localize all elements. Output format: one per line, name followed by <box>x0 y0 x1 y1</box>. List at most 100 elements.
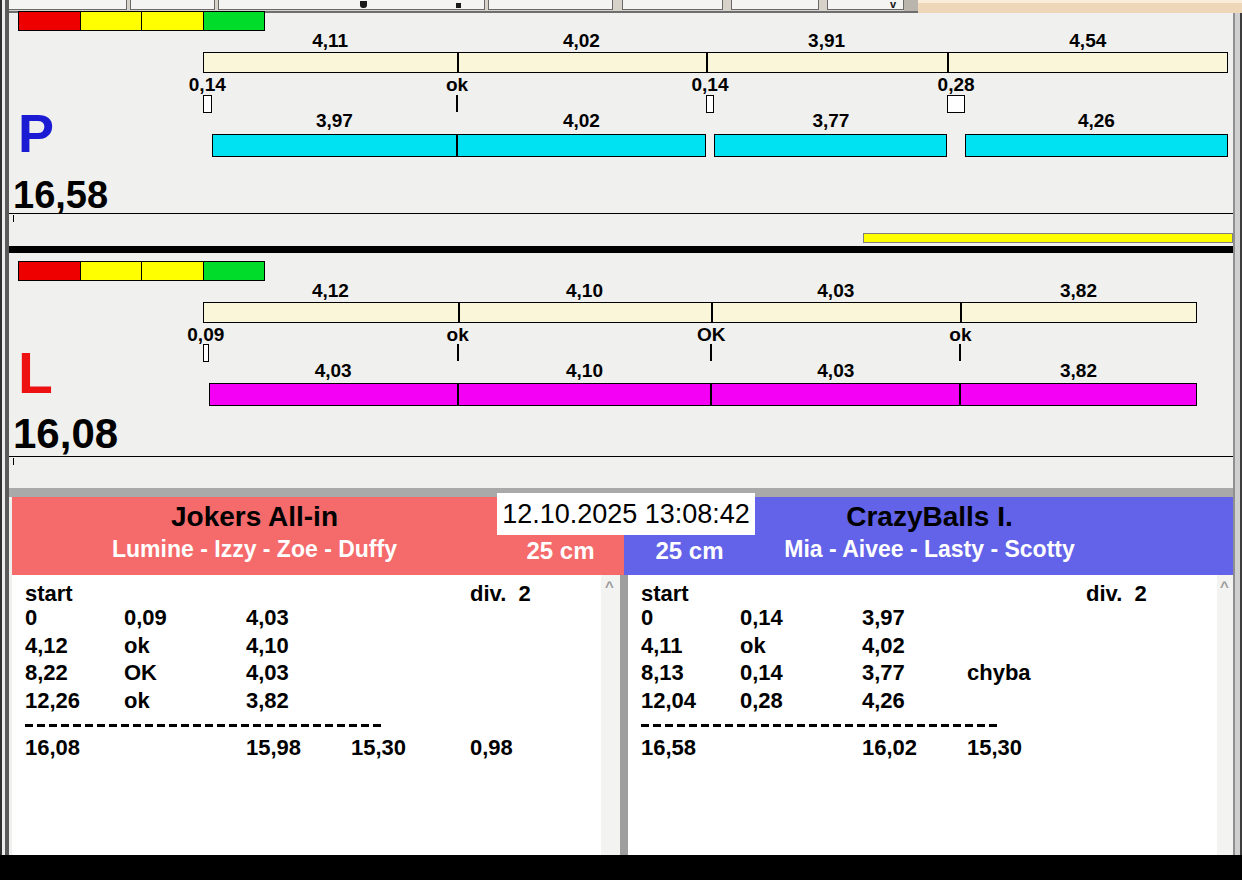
crossing-label: OK <box>697 325 726 344</box>
traffic-light-cell <box>141 11 204 31</box>
leg-time-label: 4,02 <box>563 111 600 130</box>
table-cell: 12,04 <box>641 690 696 712</box>
fault-mark <box>203 344 209 362</box>
table-cell: 4,26 <box>862 690 905 712</box>
table-cell: 4,03 <box>246 662 289 684</box>
lane-total-time: 16,08 <box>13 413 118 455</box>
table-total-cell: 15,98 <box>246 737 301 759</box>
traffic-light-cell <box>18 261 81 281</box>
table-total-cell: 16,58 <box>641 737 696 759</box>
table-cell: 0,09 <box>124 607 167 629</box>
split-time-label: 4,12 <box>312 281 349 300</box>
toolbar-item[interactable] <box>488 0 613 10</box>
table-cell: ok <box>124 690 150 712</box>
crossing-label: ok <box>447 325 469 344</box>
leg-bar-segment <box>458 383 712 406</box>
leg-bar-segment <box>714 134 947 157</box>
traffic-light-cell <box>80 261 143 281</box>
leg-bar-segment <box>965 134 1228 157</box>
table-division-label: div. 2 <box>1086 583 1147 605</box>
table-cell: 0,14 <box>740 607 783 629</box>
split-time-label: 4,02 <box>563 31 600 50</box>
table-total-cell: 15,30 <box>351 737 406 759</box>
lane-total-time: 16,58 <box>13 176 108 214</box>
split-time-label: 4,10 <box>566 281 603 300</box>
leg-time-label: 4,10 <box>566 361 603 380</box>
leg-time-label: 4,26 <box>1078 111 1115 130</box>
team-right-scrollbar[interactable]: ^ <box>1217 575 1233 855</box>
crossing-tick <box>959 344 961 361</box>
scroll-up-icon[interactable]: ^ <box>605 578 614 595</box>
table-cell: 4,02 <box>862 635 905 657</box>
traffic-light-cell <box>141 261 204 281</box>
team-right-result-table: startdiv. 200,143,974,11ok4,028,130,143,… <box>628 575 1217 855</box>
split-bar <box>203 302 1197 323</box>
status-strip-tick <box>13 215 14 222</box>
flyball-timing-window: v 4,11 4,02 3,91 4,54 0,14 ok 0,14 0,28 3,97 4,02… <box>0 0 1242 880</box>
leg-bar-segment <box>711 383 960 406</box>
crossing-tick <box>456 95 458 112</box>
toolbar-item[interactable] <box>0 0 127 10</box>
background-window-strip-highlight <box>918 0 1242 3</box>
table-cell: 3,97 <box>862 607 905 629</box>
split-tick <box>457 53 459 72</box>
fault-mark <box>947 95 964 113</box>
table-cell: 8,22 <box>25 662 68 684</box>
split-tick <box>706 53 708 72</box>
leg-time-label: 3,77 <box>812 111 849 130</box>
progress-bar <box>863 233 1233 243</box>
split-time-label: 4,03 <box>817 281 854 300</box>
split-time-label: 4,54 <box>1069 31 1106 50</box>
team-right-category: 25 cm <box>624 539 755 563</box>
team-left-result-table: startdiv. 200,094,034,12ok4,108,22OK4,03… <box>12 575 601 855</box>
fault-mark <box>203 95 212 113</box>
lane-divider <box>9 246 1233 253</box>
split-tick <box>711 303 713 322</box>
toolbar-glyph: v <box>890 0 902 9</box>
table-cell: ok <box>124 635 150 657</box>
table-cell: chyba <box>967 662 1031 684</box>
table-cell: 0 <box>641 607 653 629</box>
table-cell: 3,82 <box>246 690 289 712</box>
split-tick <box>960 303 962 322</box>
toolbar-glyph <box>456 3 461 8</box>
crossing-label: 0,28 <box>938 75 975 94</box>
toolbar-glyph <box>360 1 367 8</box>
scroll-up-icon[interactable]: ^ <box>1220 578 1229 595</box>
leg-time-label: 3,82 <box>1060 361 1097 380</box>
split-tick <box>458 303 460 322</box>
table-total-cell: 16,08 <box>25 737 80 759</box>
leg-time-label: 4,03 <box>817 361 854 380</box>
table-cell: 4,10 <box>246 635 289 657</box>
table-total-cell: 15,30 <box>967 737 1022 759</box>
leg-bar-segment <box>960 383 1196 406</box>
split-tick <box>947 53 949 72</box>
toolbar-item[interactable] <box>731 0 819 10</box>
table-cell: 0,14 <box>740 662 783 684</box>
background-window-strip <box>918 0 1242 13</box>
table-cell: 3,77 <box>862 662 905 684</box>
crossing-label: 0,09 <box>187 325 224 344</box>
table-total-cell: 0,98 <box>470 737 513 759</box>
traffic-light-cell <box>203 11 266 31</box>
toolbar-item[interactable] <box>130 0 215 10</box>
team-left-category: 25 cm <box>497 539 624 563</box>
leg-bar-segment <box>209 383 458 406</box>
crossing-tick <box>457 344 459 361</box>
table-dashed-separator <box>641 724 1001 727</box>
table-cell: 0 <box>25 607 37 629</box>
table-cell: 8,13 <box>641 662 684 684</box>
toolbar-item[interactable] <box>622 0 723 10</box>
split-bar <box>203 52 1228 73</box>
toolbar-item[interactable] <box>218 0 485 10</box>
table-cell: ok <box>740 635 766 657</box>
fault-mark <box>706 95 715 113</box>
crossing-label: ok <box>446 75 468 94</box>
status-strip-tick <box>13 458 14 465</box>
team-left-scrollbar[interactable]: ^ <box>601 575 620 855</box>
split-time-label: 4,11 <box>312 31 348 50</box>
crossing-tick <box>710 344 712 361</box>
crossing-label: ok <box>949 325 971 344</box>
table-corner-label: start <box>25 583 73 605</box>
split-time-label: 3,91 <box>808 31 845 50</box>
